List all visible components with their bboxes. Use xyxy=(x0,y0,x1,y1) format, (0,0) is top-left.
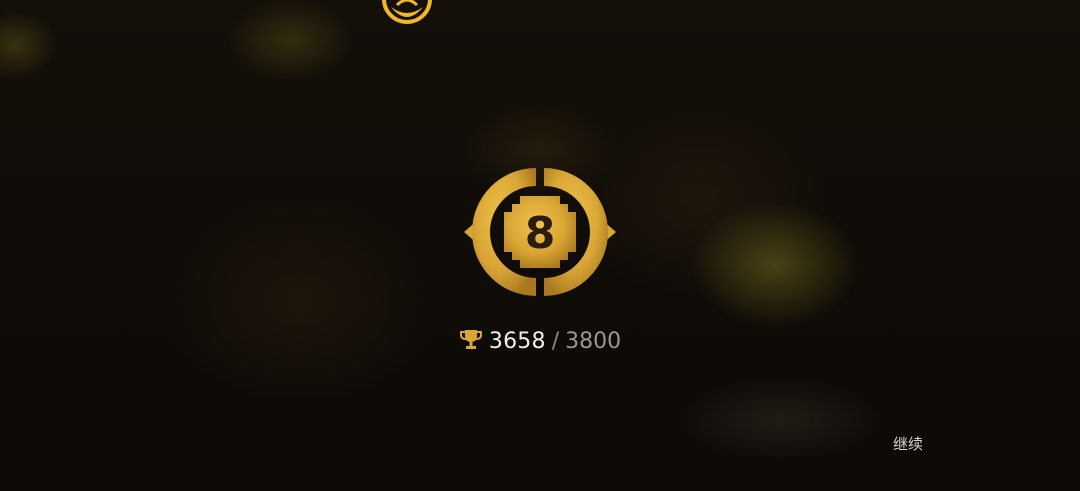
rank-badge-icon: 8 xyxy=(464,168,616,296)
score-row: 3658 / 3800 xyxy=(0,324,1080,358)
result-screen: 8 3658 / 3800 继续 xyxy=(0,0,1080,491)
emblem-icon xyxy=(382,0,432,24)
continue-button[interactable]: 继续 xyxy=(884,430,932,456)
score-max: 3800 xyxy=(565,328,622,354)
rank-level-text: 8 xyxy=(525,208,556,259)
score-separator: / xyxy=(551,328,560,354)
score-current: 3658 xyxy=(488,328,546,354)
trophy-icon xyxy=(459,330,482,349)
